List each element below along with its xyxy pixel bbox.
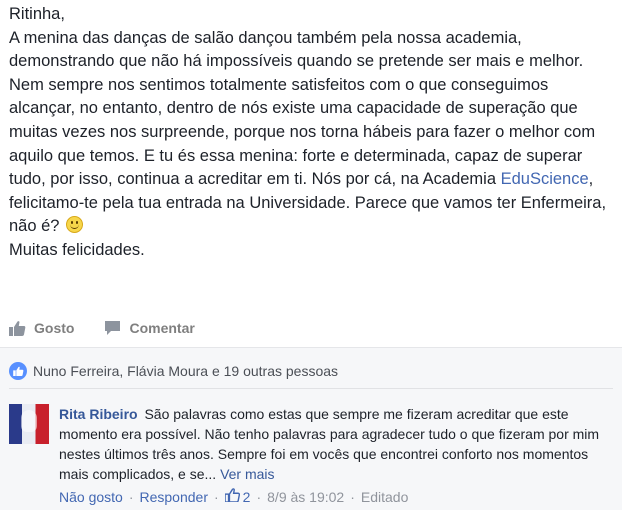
avatar-figure (21, 410, 37, 432)
post-text: Ritinha, A menina das danças de salão da… (9, 3, 613, 263)
like-button-label: Gosto (34, 320, 75, 336)
like-reaction-icon (9, 362, 27, 380)
smiley-emoji-icon (66, 216, 84, 234)
comment-button[interactable]: Comentar (104, 320, 195, 336)
comments-separator (9, 388, 613, 389)
post-greeting: Ritinha, (9, 5, 65, 23)
comment-meta: Não gosto · Responder · 2 · 8/9 às 19:02… (59, 488, 619, 505)
comment-text: São palavras como estas que sempre me fi… (59, 406, 600, 482)
post-paragraph-2: Nem sempre nos sentimos totalmente satis… (9, 74, 613, 239)
commenter-avatar[interactable] (9, 404, 49, 444)
comment-timestamp[interactable]: 8/9 às 19:02 (267, 489, 344, 505)
comment-like-count[interactable]: 2 (224, 488, 251, 505)
reply-link[interactable]: Responder (140, 489, 209, 505)
post-paragraph-1: A menina das danças de salão dançou tamb… (9, 28, 584, 71)
meta-dot: · (214, 488, 219, 505)
edited-label[interactable]: Editado (361, 489, 408, 505)
meta-dot: · (256, 488, 262, 505)
reactions-summary-text: Nuno Ferreira, Flávia Moura e 19 outras … (33, 363, 339, 379)
post-actions-bar: Gosto Comentar (9, 312, 613, 344)
reactions-summary[interactable]: Nuno Ferreira, Flávia Moura e 19 outras … (9, 362, 338, 380)
like-button[interactable]: Gosto (9, 320, 74, 336)
thumbs-up-icon (9, 320, 26, 336)
meta-dot: · (128, 488, 134, 505)
unlike-link[interactable]: Não gosto (59, 489, 123, 505)
meta-dot: · (350, 488, 355, 505)
feedback-section: Nuno Ferreira, Flávia Moura e 19 outras … (0, 348, 622, 510)
see-more-link[interactable]: Ver mais (220, 466, 274, 482)
comment-author[interactable]: Rita Ribeiro (59, 406, 138, 422)
comment-thumbs-up-icon (224, 488, 240, 505)
comment-like-count-value: 2 (242, 488, 251, 505)
comment-button-label: Comentar (129, 320, 195, 336)
post-closing: Muitas felicidades. (9, 240, 145, 259)
comment-bubble-icon (104, 320, 121, 336)
eduscience-link[interactable]: EduScience (501, 170, 589, 188)
comment-body: Rita Ribeiro São palavras como estas que… (59, 404, 604, 484)
